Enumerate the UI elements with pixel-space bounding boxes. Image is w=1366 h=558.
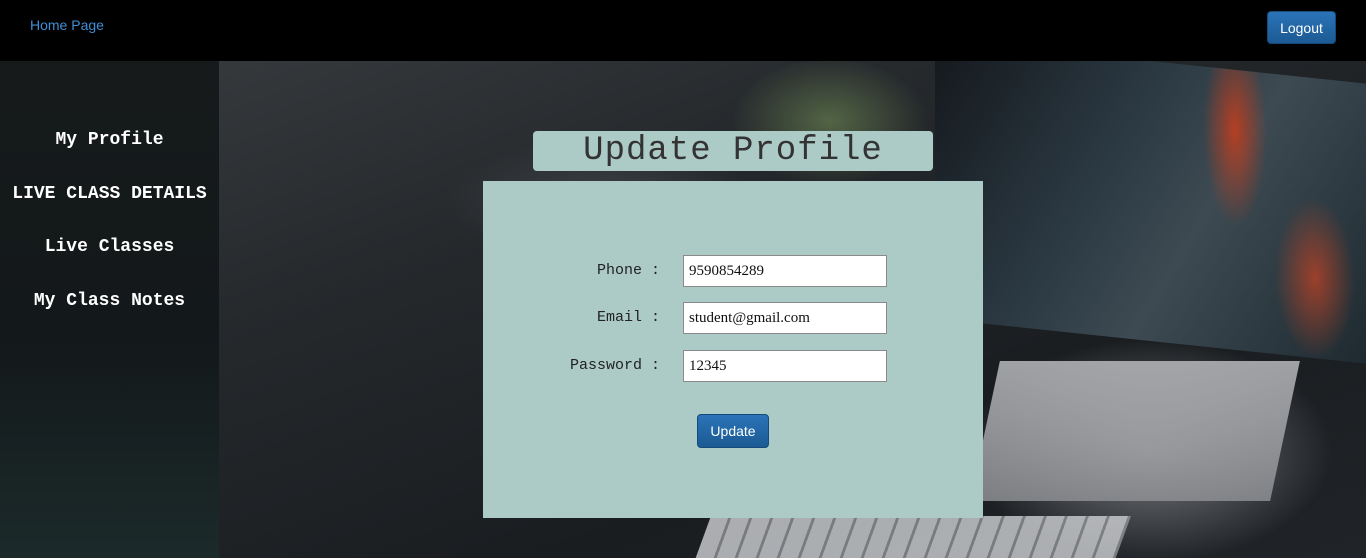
email-input[interactable]: student@gmail.com [683, 302, 887, 334]
logout-button[interactable]: Logout [1267, 11, 1336, 44]
password-label: Password : [569, 357, 660, 374]
sidebar-item-my-class-notes[interactable]: My Class Notes [0, 291, 219, 311]
sidebar-item-live-classes[interactable]: Live Classes [0, 237, 219, 257]
sidebar-item-live-class-details[interactable]: LIVE CLASS DETAILS [0, 184, 219, 204]
top-navbar: Home Page Logout [0, 0, 1366, 61]
password-input[interactable]: 12345 [683, 350, 887, 382]
sidebar: My Profile LIVE CLASS DETAILS Live Class… [0, 61, 219, 558]
email-label: Email : [596, 309, 660, 326]
home-page-link[interactable]: Home Page [30, 17, 104, 33]
update-button[interactable]: Update [697, 414, 769, 448]
background-keyboard [689, 516, 1131, 558]
background-monitor [935, 61, 1366, 364]
phone-label: Phone : [596, 262, 660, 279]
background-laptop [970, 361, 1300, 501]
phone-input[interactable]: 9590854289 [683, 255, 887, 287]
page-title: Update Profile [533, 131, 933, 171]
update-profile-form: Phone : 9590854289 Email : student@gmail… [483, 181, 983, 518]
sidebar-item-my-profile[interactable]: My Profile [0, 130, 219, 150]
